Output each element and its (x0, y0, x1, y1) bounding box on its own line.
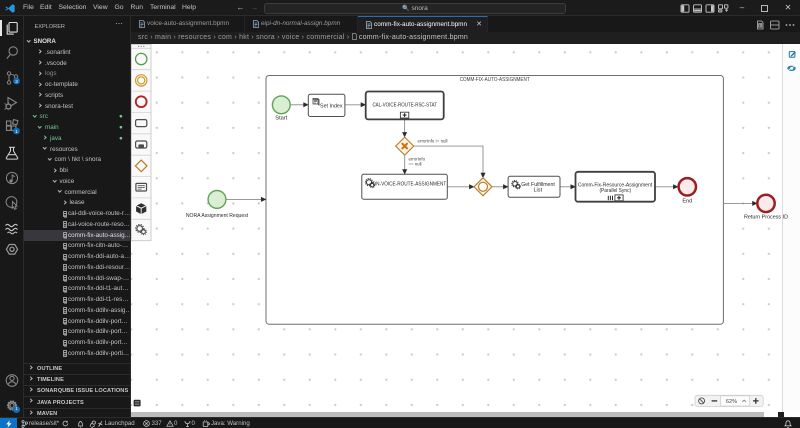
svg-text:Return Process ID: Return Process ID (744, 214, 788, 220)
svg-text:COMM-FIX-AUTO-ASSIGNMENT: COMM-FIX-AUTO-ASSIGNMENT (460, 77, 530, 83)
svg-text:== null: == null (409, 162, 422, 168)
svg-text:List: List (533, 188, 542, 194)
svg-text:(Parallel Sync): (Parallel Sync) (599, 188, 631, 194)
svg-text:DN-VOICE-ROUTE-ASSIGNMENT: DN-VOICE-ROUTE-ASSIGNMENT (373, 182, 447, 188)
svg-text:62%: 62% (726, 399, 737, 405)
svg-text:End: End (682, 198, 692, 204)
svg-text:Set Index: Set Index (320, 103, 343, 109)
svg-text:CAL-VOICE-ROUTE-RSC-STAT: CAL-VOICE-ROUTE-RSC-STAT (372, 103, 437, 109)
svg-text:NORA Assignment Request: NORA Assignment Request (186, 213, 249, 219)
svg-text:errorInfo != null: errorInfo != null (418, 139, 448, 145)
svg-text:3: 3 (15, 79, 18, 84)
svg-text:Start: Start (275, 115, 287, 121)
svg-text:1: 1 (15, 129, 18, 134)
